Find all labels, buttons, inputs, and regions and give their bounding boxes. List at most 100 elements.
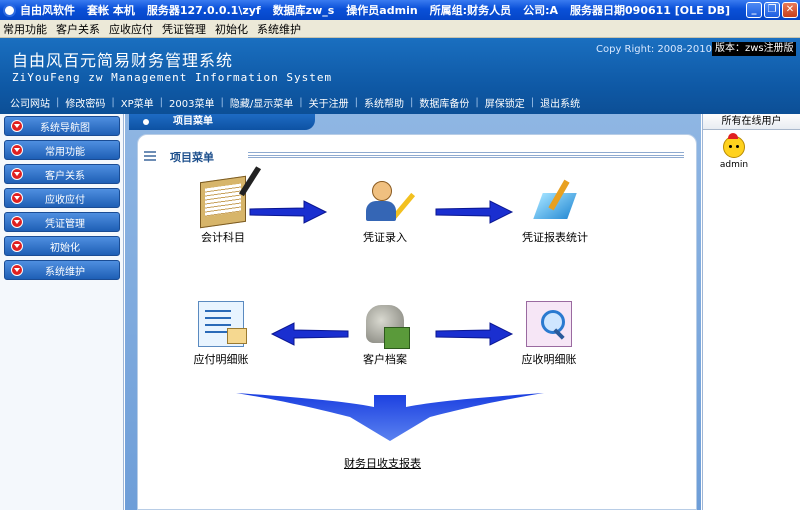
- nav-toggle-menu[interactable]: 隐藏/显示菜单: [226, 95, 297, 110]
- main-content: 项目菜单 项目菜单 会计科目 凭证录入 凭证报表统计 应付明细账 客户档案 应收…: [125, 114, 701, 510]
- sidebar: 系统导航图 常用功能 客户关系 应收应付 凭证管理 初始化 系统维护: [0, 114, 124, 510]
- sidebar-item-label: 系统导航图: [40, 122, 90, 134]
- project-menu-panel: 项目菜单 会计科目 凭证录入 凭证报表统计 应付明细账 客户档案 应收明细账 财…: [137, 134, 697, 510]
- sidebar-item-label: 常用功能: [45, 146, 85, 158]
- node-label: 凭证录入: [363, 231, 407, 244]
- app-icon: [3, 3, 16, 17]
- copyright: Copy Right: 2008-2010: [596, 44, 712, 55]
- menu-bar: 常用功能 客户关系 应收应付 凭证管理 初始化 系统维护: [0, 20, 800, 38]
- nav-2003-menu[interactable]: 2003菜单: [165, 95, 218, 110]
- sidebar-item-label: 应收应付: [45, 194, 85, 206]
- chevron-down-icon: [11, 120, 23, 132]
- node-label: 应付明细账: [193, 353, 249, 366]
- node-voucher-entry[interactable]: 凭证录入: [330, 179, 440, 245]
- report-pen-icon: [532, 179, 578, 225]
- sidebar-item-label: 系统维护: [45, 266, 85, 278]
- menu-voucher[interactable]: 凭证管理: [162, 21, 206, 37]
- node-payable-detail[interactable]: 应付明细账: [166, 301, 276, 367]
- nav-about-register[interactable]: 关于注册: [305, 95, 353, 110]
- version-badge: 版本：zws注册版: [712, 42, 796, 56]
- title-app-name: 自由风软件: [20, 4, 75, 17]
- client-archive-icon: [362, 301, 410, 349]
- sidebar-item-maintenance[interactable]: 系统维护: [4, 260, 120, 280]
- arrow-right-icon: [249, 200, 328, 224]
- system-subtitle: ZiYouFeng zw Management Information Syst…: [12, 71, 333, 84]
- sidebar-item-receivable-payable[interactable]: 应收应付: [4, 188, 120, 208]
- node-label: 会计科目: [201, 231, 245, 244]
- user-pen-icon: [362, 179, 416, 225]
- nav-db-backup[interactable]: 数据库备份: [415, 95, 473, 110]
- online-users-title: 所有在线用户: [703, 114, 800, 130]
- nav-help[interactable]: 系统帮助: [360, 95, 408, 110]
- nav-change-password[interactable]: 修改密码: [61, 95, 109, 110]
- nav-separator: |: [409, 97, 414, 108]
- tab-project-menu[interactable]: 项目菜单: [129, 114, 315, 130]
- minimize-button[interactable]: _: [746, 2, 762, 18]
- chevron-down-icon: [11, 168, 23, 180]
- nav-separator: |: [299, 97, 303, 108]
- window-titlebar[interactable]: 自由风软件 套帐 本机 服务器127.0.0.1\zyf 数据库zw_s 操作员…: [0, 0, 800, 20]
- nav-xp-menu[interactable]: XP菜单: [117, 95, 158, 110]
- tab-label: 项目菜单: [173, 116, 213, 127]
- arrow-right-icon: [435, 322, 514, 346]
- title-group: 所属组:财务人员: [429, 4, 512, 17]
- sidebar-item-label: 初始化: [50, 242, 80, 254]
- online-user-name: admin: [719, 160, 749, 170]
- payable-ledger-icon: [198, 301, 247, 347]
- title-operator: 操作员admin: [346, 4, 418, 17]
- menu-receivable-payable[interactable]: 应收应付: [109, 21, 153, 37]
- ledger-book-icon: [200, 175, 246, 229]
- online-user[interactable]: admin: [719, 133, 749, 170]
- daily-report-link[interactable]: 财务日收支报表: [344, 455, 421, 471]
- sidebar-item-voucher[interactable]: 凭证管理: [4, 212, 120, 232]
- nav-company-site[interactable]: 公司网站: [6, 95, 54, 110]
- menu-customer[interactable]: 客户关系: [56, 21, 100, 37]
- sidebar-item-customer[interactable]: 客户关系: [4, 164, 120, 184]
- nav-separator: |: [220, 97, 224, 108]
- menu-lines-icon: [144, 151, 156, 161]
- node-label: 凭证报表统计: [522, 231, 588, 244]
- chevron-down-icon: [11, 144, 23, 156]
- menu-common[interactable]: 常用功能: [3, 21, 47, 37]
- header-banner: 自由风百元简易财务管理系统 ZiYouFeng zw Management In…: [0, 38, 800, 114]
- arrow-right-icon: [435, 200, 514, 224]
- sidebar-item-nav-map[interactable]: 系统导航图: [4, 116, 120, 136]
- node-voucher-stats[interactable]: 凭证报表统计: [500, 179, 610, 245]
- nav-separator: |: [530, 97, 535, 108]
- nav-separator: |: [56, 97, 60, 108]
- top-nav: 公司网站 | 修改密码 | XP菜单 | 2003菜单 | 隐藏/显示菜单 | 关于注册 |…: [6, 95, 584, 110]
- bullet-icon: [143, 119, 149, 125]
- system-title: 自由风百元简易财务管理系统: [12, 51, 234, 70]
- panel-header: 项目菜单: [138, 145, 696, 167]
- nav-separator: |: [354, 97, 358, 108]
- menu-init[interactable]: 初始化: [215, 21, 248, 37]
- sidebar-item-label: 客户关系: [45, 170, 85, 182]
- arrow-down-icon: [236, 393, 544, 441]
- chevron-down-icon: [11, 216, 23, 228]
- panel-title: 项目菜单: [170, 151, 214, 164]
- sidebar-item-common[interactable]: 常用功能: [4, 140, 120, 160]
- close-button[interactable]: ✕: [782, 2, 798, 18]
- arrow-left-icon: [270, 322, 349, 346]
- sidebar-item-init[interactable]: 初始化: [4, 236, 120, 256]
- user-avatar-icon: [723, 133, 745, 158]
- title-account-set: 套帐 本机: [87, 4, 135, 17]
- nav-screen-lock[interactable]: 屏保锁定: [481, 95, 529, 110]
- nav-separator: |: [475, 97, 479, 108]
- maximize-button[interactable]: ❐: [764, 2, 780, 18]
- chevron-down-icon: [11, 264, 23, 276]
- header-divider: [248, 152, 684, 158]
- node-label: 客户档案: [363, 353, 407, 366]
- title-server: 服务器127.0.0.1\zyf: [146, 4, 261, 17]
- nav-exit[interactable]: 退出系统: [536, 95, 584, 110]
- node-label: 应收明细账: [521, 353, 577, 366]
- nav-separator: |: [159, 97, 164, 108]
- chevron-down-icon: [11, 240, 23, 252]
- sidebar-item-label: 凭证管理: [45, 218, 85, 230]
- title-server-date: 服务器日期090611 [OLE DB]: [570, 4, 731, 17]
- online-users-panel: 所有在线用户 admin: [702, 114, 800, 510]
- menu-maintenance[interactable]: 系统维护: [257, 21, 301, 37]
- nav-separator: |: [111, 97, 115, 108]
- magnifier-ledger-icon: [526, 301, 572, 347]
- title-database: 数据库zw_s: [272, 4, 335, 17]
